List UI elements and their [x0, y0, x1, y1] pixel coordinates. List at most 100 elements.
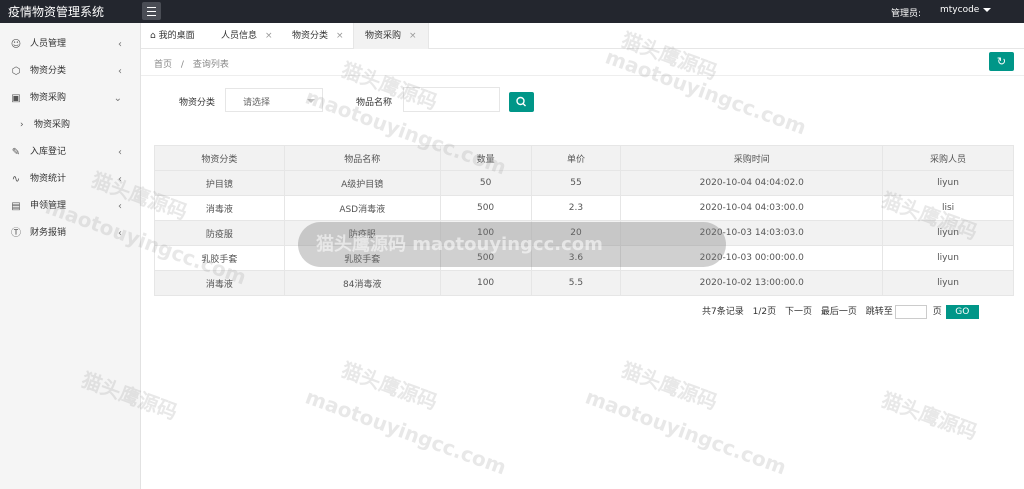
- close-icon[interactable]: ×: [336, 31, 344, 41]
- watermark-overlay: 猫头鹰源码 maotouyingcc.com: [298, 222, 726, 267]
- table-row[interactable]: 护目镜 A级护目镜 50 55 2020-10-04 04:04:02.0 li…: [154, 170, 1014, 196]
- last-page-link[interactable]: 最后一页: [821, 307, 857, 317]
- cell: 50: [439, 170, 532, 196]
- table-row[interactable]: 消毒液 84消毒液 100 5.5 2020-10-02 13:00:00.0 …: [154, 270, 1014, 296]
- sidebar-item-claims[interactable]: ▤ 申领管理 ‹: [0, 193, 140, 220]
- cell: 2020-10-04 04:04:02.0: [620, 170, 884, 196]
- cell: 2020-10-04 04:03:00.0: [620, 195, 884, 221]
- cell: liyun: [882, 170, 1014, 196]
- cell: liyun: [882, 220, 1014, 246]
- user-menu[interactable]: mtycode: [940, 5, 992, 15]
- search-icon: [516, 96, 526, 107]
- top-bar: 疫情物资管理系统 管理员: mtycode: [0, 0, 1024, 23]
- admin-label: 管理员:: [891, 9, 922, 19]
- app-title: 疫情物资管理系统: [8, 5, 105, 19]
- header-unit-price: 单价: [530, 145, 622, 171]
- tab-purchase[interactable]: 物资采购 ×: [353, 23, 429, 50]
- header-item-name: 物品名称: [283, 145, 441, 171]
- header-quantity: 数量: [439, 145, 532, 171]
- breadcrumb-separator: /: [180, 60, 184, 70]
- pulse-icon: ∿: [11, 174, 21, 185]
- edit-icon: ✎: [11, 147, 21, 158]
- tab-category[interactable]: 物资分类 ×: [292, 23, 344, 49]
- pager-page: 1/2页: [752, 307, 777, 317]
- menu-toggle-button[interactable]: [142, 2, 161, 20]
- home-icon: ⌂: [150, 31, 156, 41]
- sidebar-item-finance[interactable]: Ⓣ 财务报销 ‹: [0, 220, 140, 247]
- breadcrumb-home[interactable]: 首页: [154, 60, 172, 70]
- username: mtycode: [940, 5, 980, 15]
- sidebar-item-statistics[interactable]: ∿ 物资统计 ‹: [0, 166, 140, 193]
- cell: 消毒液: [154, 270, 285, 296]
- user-icon: ☺: [10, 39, 22, 50]
- cell: 2020-10-02 13:00:00.0: [620, 270, 884, 296]
- cell: 100: [439, 270, 532, 296]
- tab-label: 物资采购: [365, 31, 402, 41]
- chevron-left-icon: ‹: [118, 201, 122, 212]
- close-icon[interactable]: ×: [409, 31, 417, 41]
- refresh-button[interactable]: ↻: [989, 52, 1014, 71]
- purchase-table: 物资分类 物品名称 数量 单价 采购时间 采购人员 护目镜 A级护目镜 50 5…: [154, 145, 1014, 296]
- cube-icon: ⬡: [11, 66, 21, 77]
- cell: 2.3: [530, 195, 622, 221]
- name-input[interactable]: [403, 87, 500, 112]
- sidebar-item-label: 入库登记: [30, 147, 67, 157]
- cell: 500: [439, 195, 532, 221]
- sidebar-item-label: 申领管理: [30, 201, 67, 211]
- table-header-row: 物资分类 物品名称 数量 单价 采购时间 采购人员: [154, 145, 1014, 171]
- sidebar-subitem-purchase[interactable]: › 物资采购: [0, 112, 140, 139]
- sidebar-item-label: 人员管理: [30, 39, 67, 49]
- page-number-input[interactable]: [894, 304, 927, 319]
- close-icon[interactable]: ×: [265, 31, 273, 41]
- sidebar-item-category[interactable]: ⬡ 物资分类 ‹: [0, 58, 140, 85]
- sidebar-item-label: 物资分类: [30, 66, 67, 76]
- tab-personnel[interactable]: 人员信息 ×: [221, 23, 273, 49]
- tab-bar: ⌂ 我的桌面 人员信息 × 物资分类 × 物资采购 ×: [141, 23, 1024, 50]
- chevron-left-icon: ‹: [118, 39, 122, 50]
- main-content: 首页 / 查询列表 ↻ 物资分类 请选择 物品名称 物资分类 物品名称 数量 单…: [141, 49, 1024, 489]
- tab-label: 我的桌面: [158, 31, 195, 41]
- go-button[interactable]: GO: [945, 304, 979, 319]
- dollar-icon: Ⓣ: [11, 228, 21, 239]
- cell: A级护目镜: [283, 170, 441, 196]
- sidebar-item-purchase[interactable]: ▣ 物资采购 ⌄: [0, 85, 140, 112]
- search-button[interactable]: [509, 92, 534, 112]
- pager-total: 共7条记录: [702, 307, 744, 317]
- sidebar-item-label: 财务报销: [30, 228, 67, 238]
- cell: 消毒液: [154, 195, 285, 221]
- next-page-link[interactable]: 下一页: [785, 307, 812, 317]
- cell: 防疫服: [154, 220, 285, 246]
- name-label: 物品名称: [356, 98, 393, 108]
- breadcrumb: 首页 / 查询列表: [154, 57, 229, 70]
- caret-down-icon: [307, 99, 315, 103]
- caret-down-icon: [983, 7, 992, 12]
- breadcrumb-current: 查询列表: [192, 60, 229, 70]
- tab-label: 人员信息: [221, 31, 258, 41]
- sidebar-item-label: 物资采购: [34, 120, 71, 130]
- refresh-icon: ↻: [996, 55, 1007, 68]
- pagination: 共7条记录 1/2页 下一页 最后一页 跳转至 页 GO: [702, 304, 985, 319]
- cell: ASD消毒液: [283, 195, 441, 221]
- page-unit: 页: [932, 307, 942, 317]
- cell: 乳胶手套: [154, 245, 285, 271]
- cell: liyun: [882, 270, 1014, 296]
- cell: 5.5: [530, 270, 622, 296]
- cell: liyun: [882, 245, 1014, 271]
- table-row[interactable]: 消毒液 ASD消毒液 500 2.3 2020-10-04 04:03:00.0…: [154, 195, 1014, 221]
- sidebar: ☺ 人员管理 ‹ ⬡ 物资分类 ‹ ▣ 物资采购 ⌄ › 物资采购 ✎ 入库登记…: [0, 23, 141, 489]
- category-select[interactable]: 请选择: [225, 88, 323, 112]
- cell: 55: [530, 170, 622, 196]
- header-purchase-time: 采购时间: [620, 145, 884, 171]
- sidebar-item-label: 物资统计: [30, 174, 67, 184]
- jump-label: 跳转至: [865, 307, 893, 317]
- chevron-right-icon: ›: [20, 120, 24, 130]
- sidebar-item-storage[interactable]: ✎ 入库登记 ‹: [0, 139, 140, 166]
- cell: 84消毒液: [283, 270, 441, 296]
- sidebar-item-label: 物资采购: [30, 93, 67, 103]
- header-category: 物资分类: [154, 145, 285, 171]
- divider: [141, 75, 1024, 76]
- cell: 护目镜: [154, 170, 285, 196]
- tab-desktop[interactable]: ⌂ 我的桌面: [150, 23, 195, 49]
- truck-icon: ▣: [11, 93, 21, 104]
- sidebar-item-personnel[interactable]: ☺ 人员管理 ‹: [0, 31, 140, 58]
